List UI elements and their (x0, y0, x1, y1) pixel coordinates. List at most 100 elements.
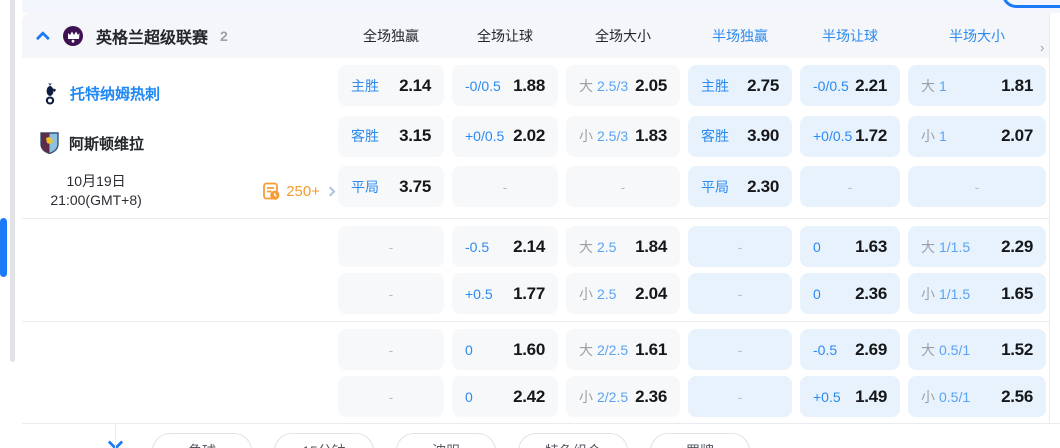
odds-label: 主胜 (701, 77, 729, 94)
odds-cell-halftime-overunder[interactable]: 小 0.5/1 2.56 (908, 376, 1046, 417)
odds-cell-halftime-1x2[interactable]: 平局 2.30 (688, 166, 792, 208)
more-markets-count[interactable]: 250+ (286, 183, 320, 200)
odds-cell-fulltime-overunder[interactable]: 小 2.5 2.04 (566, 273, 680, 314)
column-header-fulltime-1x2[interactable]: 全场独赢 (334, 26, 448, 46)
odds-label: 客胜 (701, 128, 729, 145)
league-name[interactable]: 英格兰超级联赛 (96, 24, 208, 48)
odds-value: 1.63 (855, 236, 887, 256)
odds-label: 主胜 (351, 77, 379, 94)
no-odds-dash: - (737, 285, 743, 302)
odds-cell-fulltime-overunder[interactable]: - (566, 166, 680, 208)
collapse-chevron-up-icon[interactable] (35, 30, 50, 45)
odds-value: 2.36 (635, 386, 667, 406)
odds-cell-fulltime-1x2[interactable]: 平局 3.75 (338, 166, 444, 208)
odds-value: 2.75 (747, 75, 779, 95)
odds-value: 1.65 (1001, 283, 1033, 303)
odds-cell-fulltime-1x2[interactable]: - (338, 273, 444, 314)
odds-line: 1/1.5 (939, 238, 971, 255)
home-team-name[interactable]: 托特纳姆热刺 (70, 83, 160, 104)
odds-cell-fulltime-handicap[interactable]: -0.5 2.14 (452, 226, 558, 267)
odds-line: 1/1.5 (939, 285, 971, 302)
odds-cell-halftime-overunder[interactable]: 大 0.5/1 1.52 (908, 329, 1046, 370)
odds-cell-fulltime-1x2[interactable]: - (338, 226, 444, 267)
away-team-row[interactable]: 阿斯顿维拉 (40, 118, 334, 168)
odds-value: 1.72 (855, 126, 887, 146)
no-odds-dash: - (974, 178, 980, 195)
odds-cell-fulltime-overunder[interactable]: 大 2.5 1.84 (566, 226, 680, 267)
odds-cell-halftime-1x2[interactable]: - (688, 226, 792, 267)
odds-cell-halftime-overunder[interactable]: 小 1 2.07 (908, 115, 1046, 157)
odds-value: 3.15 (399, 126, 431, 146)
odds-cell-halftime-1x2[interactable]: 客胜 3.90 (688, 115, 792, 157)
market-tab-2[interactable]: 波胆 (396, 433, 496, 448)
odds-cell-halftime-handicap[interactable]: -0/0.5 2.21 (800, 65, 900, 106)
odds-cell-halftime-1x2[interactable]: - (688, 329, 792, 370)
odds-label: -0.5 (813, 341, 838, 358)
no-odds-dash: - (388, 388, 394, 405)
more-markets-link[interactable]: 250+ (262, 182, 336, 201)
odds-cell-fulltime-handicap[interactable]: 0 1.60 (452, 329, 558, 370)
odds-cell-halftime-overunder[interactable]: 小 1/1.5 1.65 (908, 273, 1046, 314)
column-header-halftime-1x2[interactable]: 半场独赢 (684, 26, 796, 46)
odds-label: -0.5 (465, 238, 490, 255)
home-team-row[interactable]: 托特纳姆热刺 (40, 68, 334, 118)
odds-value: 1.84 (635, 236, 667, 256)
market-tab-0[interactable]: 角球 (152, 433, 252, 448)
odds-value: 3.90 (747, 126, 779, 146)
odds-cell-halftime-overunder[interactable]: 大 1/1.5 2.29 (908, 226, 1046, 267)
odds-value: 2.14 (513, 236, 545, 256)
league-header-row: 英格兰超级联赛 2 全场独赢 全场让球 全场大小 半场独赢 半场让球 半场大小 … (22, 13, 1049, 58)
column-header-fulltime-handicap[interactable]: 全场让球 (448, 26, 562, 46)
odds-cell-fulltime-handicap[interactable]: +0.5 1.77 (452, 273, 558, 314)
market-tab-3[interactable]: 特色组合 (518, 433, 628, 448)
odds-value: 1.88 (513, 75, 545, 95)
away-team-name[interactable]: 阿斯顿维拉 (69, 133, 144, 154)
odds-cell-fulltime-1x2[interactable]: - (338, 329, 444, 370)
odds-group-alt-lines-2: -0 1.60 大 2/2.5 1.61- -0.5 2.69 大 0.5/1 1.52-0 2.4… (22, 322, 1049, 424)
odds-cell-fulltime-overunder[interactable]: 小 2/2.5 2.36 (566, 376, 680, 417)
column-header-halftime-overunder[interactable]: 半场大小 (904, 26, 1050, 46)
odds-cell-halftime-handicap[interactable]: -0.5 2.69 (800, 329, 900, 370)
odds-cell-halftime-handicap[interactable]: +0/0.5 1.72 (800, 115, 900, 157)
odds-cell-halftime-handicap[interactable]: - (800, 166, 900, 208)
odds-cell-fulltime-handicap[interactable]: -0/0.5 1.88 (452, 65, 558, 106)
column-header-halftime-handicap[interactable]: 半场让球 (796, 26, 904, 46)
odds-cell-halftime-handicap[interactable]: 0 2.36 (800, 273, 900, 314)
league-match-count: 2 (220, 27, 228, 44)
odds-cell-fulltime-overunder[interactable]: 小 2.5/3 1.83 (566, 115, 680, 157)
betting-odds-panel: 英格兰超级联赛 2 全场独赢 全场让球 全场大小 半场独赢 半场让球 半场大小 … (0, 0, 1060, 448)
left-scrollbar-track[interactable] (10, 0, 15, 362)
odds-cell-halftime-handicap[interactable]: 0 1.63 (800, 226, 900, 267)
no-odds-dash: - (388, 285, 394, 302)
odds-label: +0/0.5 (465, 128, 505, 145)
market-tab-4[interactable]: 罚牌 (650, 433, 750, 448)
odds-cell-halftime-1x2[interactable]: - (688, 376, 792, 417)
odds-line: 2/2.5 (597, 388, 629, 405)
odds-cell-fulltime-1x2[interactable]: - (338, 376, 444, 417)
odds-cell-fulltime-1x2[interactable]: 主胜 2.14 (338, 65, 444, 106)
market-tab-1[interactable]: 15分钟 (274, 433, 374, 448)
odds-cell-fulltime-handicap[interactable]: 0 2.42 (452, 376, 558, 417)
odds-cell-halftime-overunder[interactable]: 大 1 1.81 (908, 65, 1046, 106)
odds-value: 1.49 (855, 386, 887, 406)
odds-cell-fulltime-handicap[interactable]: +0/0.5 2.02 (452, 115, 558, 157)
odds-value: 2.04 (635, 283, 667, 303)
odds-cell-halftime-handicap[interactable]: +0.5 1.49 (800, 376, 900, 417)
odds-value: 2.36 (855, 283, 887, 303)
odds-cell-halftime-1x2[interactable]: - (688, 273, 792, 314)
odds-cell-fulltime-overunder[interactable]: 大 2.5/3 2.05 (566, 65, 680, 106)
odds-cell-halftime-overunder[interactable]: - (908, 166, 1046, 208)
odds-value: 3.75 (399, 176, 431, 196)
no-odds-dash: - (502, 178, 508, 195)
odds-group-alt-lines-1: - -0.5 2.14 大 2.5 1.84-0 1.63 大 1/1.5 2.29- +0.5 1.… (22, 219, 1049, 322)
odds-cell-fulltime-handicap[interactable]: - (452, 166, 558, 208)
column-header-fulltime-overunder[interactable]: 全场大小 (562, 26, 684, 46)
odds-cell-fulltime-1x2[interactable]: 客胜 3.15 (338, 115, 444, 157)
odds-line: 2.5/3 (597, 128, 629, 145)
odds-label: 大 (579, 238, 593, 255)
clipped-edge-icon: › (1040, 40, 1045, 54)
odds-cell-halftime-1x2[interactable]: 主胜 2.75 (688, 65, 792, 106)
left-scrollbar-thumb[interactable] (0, 218, 7, 277)
odds-cell-fulltime-overunder[interactable]: 大 2/2.5 1.61 (566, 329, 680, 370)
cutoff-previous-row (22, 0, 1060, 13)
